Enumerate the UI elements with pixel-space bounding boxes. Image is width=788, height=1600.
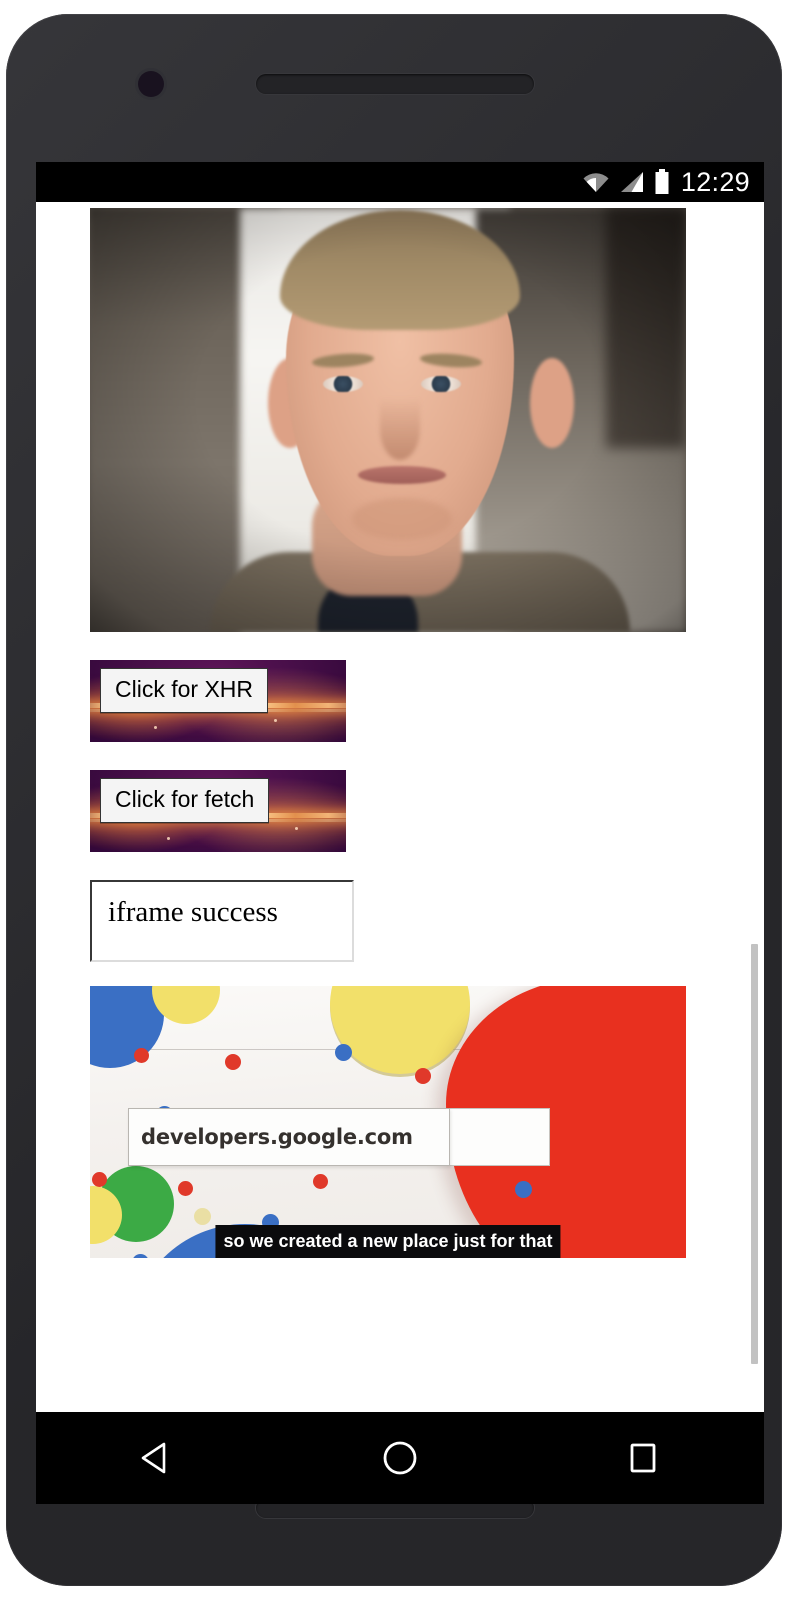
nav-recents-button[interactable] (588, 1412, 698, 1504)
video-url-text: developers.google.com (141, 1125, 413, 1149)
portrait-vignette (90, 208, 686, 632)
nebula-spark (154, 725, 157, 729)
click-for-fetch-button[interactable]: Click for fetch (100, 778, 270, 823)
video-dot-red (225, 1054, 241, 1070)
video-dot-blue (335, 1044, 352, 1061)
front-camera-icon (138, 71, 164, 97)
page-scrollbar-thumb[interactable] (751, 944, 758, 1364)
cellular-signal-icon (620, 172, 643, 192)
iframe-success-text: iframe success (108, 896, 278, 928)
wifi-icon (583, 173, 609, 192)
video-dot-red (313, 1174, 328, 1189)
android-navigation-bar (36, 1412, 764, 1504)
video-url-box-right (448, 1108, 550, 1166)
status-bar: 12:29 (36, 162, 764, 202)
video-dot-blue (515, 1181, 532, 1198)
nav-home-button[interactable] (345, 1412, 455, 1504)
page-scrollbar-track[interactable] (751, 202, 761, 1412)
page-content: Click for XHR Click for fetch iframe suc… (36, 202, 764, 1258)
earpiece-speaker (256, 74, 534, 94)
video-dot-red (134, 1048, 149, 1063)
video-dot-pale (194, 1208, 211, 1225)
video-dot-red (92, 1172, 107, 1187)
battery-icon (655, 169, 669, 194)
browser-viewport[interactable]: Click for XHR Click for fetch iframe suc… (36, 202, 764, 1412)
success-iframe[interactable]: iframe success (90, 880, 354, 962)
click-for-xhr-button[interactable]: Click for XHR (100, 668, 269, 713)
video-caption: so we created a new place just for that (215, 1225, 561, 1258)
video-dot-red (415, 1068, 431, 1084)
back-triangle-icon (142, 1442, 166, 1474)
nav-back-button[interactable] (102, 1412, 212, 1504)
xhr-banner-block: Click for XHR (90, 660, 346, 742)
home-circle-icon (383, 1441, 417, 1475)
recents-square-icon (630, 1443, 656, 1473)
phone-device-frame: 12:29 Click for XHR Click for fetch ifra… (6, 14, 782, 1586)
embedded-video-player[interactable]: developers.google.com so we created a ne… (90, 986, 686, 1258)
video-dot-red (178, 1181, 193, 1196)
phone-screen: 12:29 Click for XHR Click for fetch ifra… (36, 162, 764, 1412)
portrait-photo (90, 208, 686, 632)
fetch-banner-block: Click for fetch (90, 770, 346, 852)
video-url-box: developers.google.com (128, 1108, 450, 1166)
status-bar-clock: 12:29 (680, 166, 750, 197)
